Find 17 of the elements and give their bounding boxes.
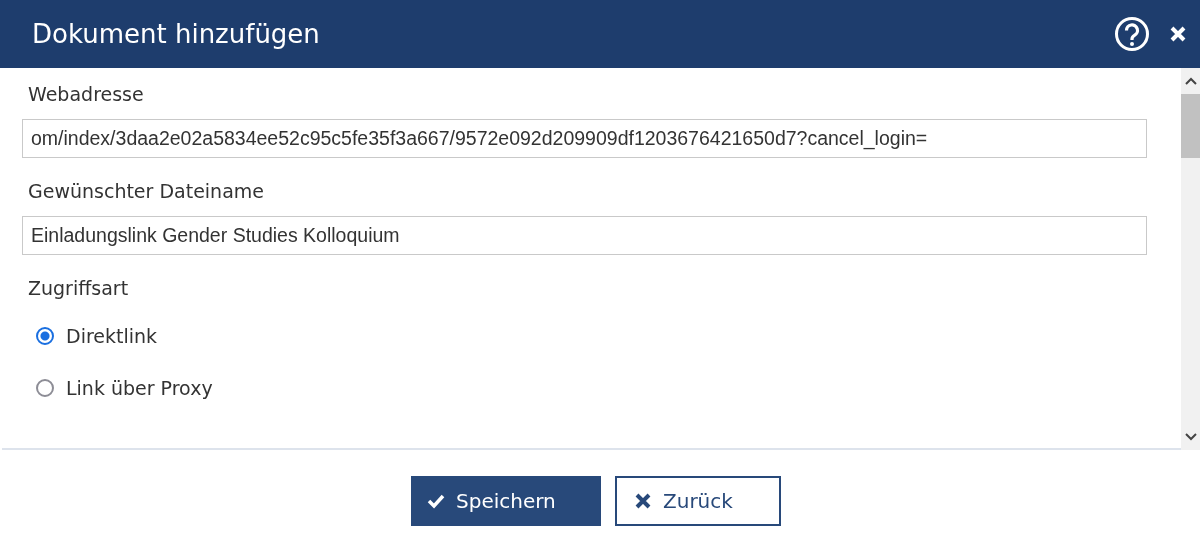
scrollbar[interactable]: [1181, 68, 1200, 450]
radio-button[interactable]: [36, 327, 54, 345]
radio-button[interactable]: [36, 379, 54, 397]
input-field[interactable]: om/index/3daa2e02a5834ee52c95c5fe35f3a667/9572e092d209909df1203676421650d7?cancel_login=: [22, 119, 1147, 158]
radio-label[interactable]: Link über Proxy: [66, 377, 213, 399]
close-icon[interactable]: [1168, 24, 1188, 44]
save-button[interactable]: Speichern: [411, 476, 601, 526]
back-button[interactable]: Zurück: [615, 476, 781, 526]
scroll-thumb[interactable]: [1181, 94, 1200, 158]
dialog-title: Dokument hinzufügen: [32, 19, 320, 49]
field-label: Zugriffsart: [28, 277, 130, 299]
radio-label[interactable]: Direktlink: [66, 325, 158, 347]
close-icon: [633, 491, 653, 511]
field-label: Gewünschter Dateiname: [28, 180, 265, 202]
help-icon[interactable]: [1114, 16, 1150, 52]
field-label: Webadresse: [28, 83, 145, 105]
input-field[interactable]: Einladungslink Gender Studies Kolloquium: [22, 216, 1147, 255]
